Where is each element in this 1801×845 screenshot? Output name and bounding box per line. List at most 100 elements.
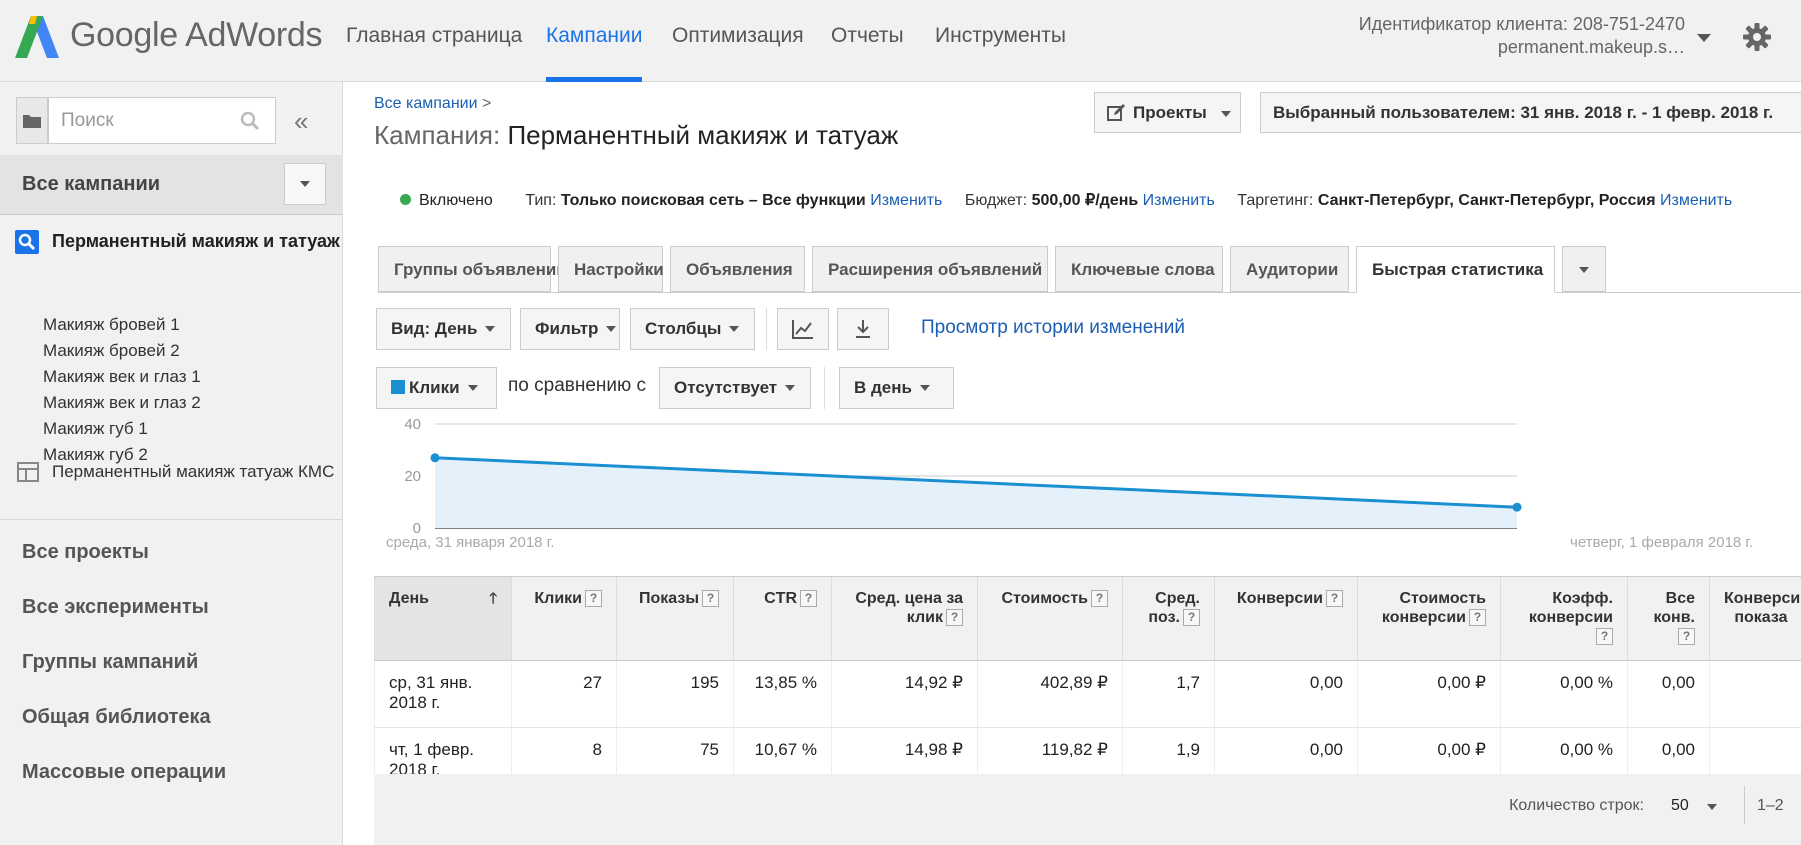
columns-dropdown[interactable]: Столбцы xyxy=(630,308,755,350)
column-header-impressions[interactable]: Показы? xyxy=(616,576,734,661)
folder-button[interactable] xyxy=(16,97,48,144)
column-header-avg-position[interactable]: Сред. поз.? xyxy=(1122,576,1215,661)
help-icon[interactable]: ? xyxy=(1183,609,1200,626)
folder-icon xyxy=(23,115,41,128)
sidebar-campaign-item[interactable]: Перманентный макияж и татуаж xyxy=(0,222,343,262)
rows-per-page-label: Количество строк: xyxy=(1509,797,1644,814)
help-icon[interactable]: ? xyxy=(702,590,719,607)
column-header-label: Конверсии показа xyxy=(1724,590,1801,626)
all-campaigns-item[interactable]: Все кампании xyxy=(0,155,343,215)
breadcrumb-all-campaigns[interactable]: Все кампании xyxy=(374,95,478,112)
sidebar-display-campaign-item[interactable]: Перманентный макияж татуаж КМС xyxy=(0,452,343,492)
download-button[interactable] xyxy=(837,308,889,350)
view-dropdown[interactable]: Вид: День xyxy=(376,308,511,350)
change-budget-link[interactable]: Изменить xyxy=(1143,192,1215,209)
tab-audiences[interactable]: Аудитории xyxy=(1230,246,1349,292)
help-icon[interactable]: ? xyxy=(585,590,602,607)
sidebar-all-projects[interactable]: Все проекты xyxy=(22,541,149,564)
date-range-picker[interactable]: Выбранный пользователем: 31 янв. 2018 г.… xyxy=(1260,92,1801,133)
help-icon[interactable]: ? xyxy=(1678,628,1695,645)
tab-keywords[interactable]: Ключевые слова xyxy=(1055,246,1223,292)
page-title-campaign: Перманентный макияж и татуаж xyxy=(507,120,899,150)
chevron-down-icon xyxy=(606,326,617,332)
rows-per-page-select[interactable]: 50 xyxy=(1661,788,1729,824)
cell-clicks: 27 xyxy=(511,660,617,728)
tab-quick-stats[interactable]: Быстрая статистика xyxy=(1356,246,1555,293)
cell-avg-position: 1,7 xyxy=(1122,660,1215,728)
column-header-clicks[interactable]: Клики? xyxy=(511,576,617,661)
help-icon[interactable]: ? xyxy=(800,590,817,607)
sidebar-adgroup-item[interactable]: Макияж бровей 2 xyxy=(43,341,180,361)
footer-separator xyxy=(1744,786,1745,824)
main-content: Все кампании > Кампания: Перманентный ма… xyxy=(343,82,1801,845)
projects-label: Проекты xyxy=(1133,103,1207,122)
column-header-avg-cpc[interactable]: Сред. цена за клик? xyxy=(831,576,978,661)
chevron-down-icon xyxy=(485,326,496,332)
tab-more-dropdown[interactable] xyxy=(1562,246,1606,292)
nav-optimization[interactable]: Оптимизация xyxy=(672,24,804,82)
column-header-cost[interactable]: Стоимость? xyxy=(977,576,1123,661)
metric-dropdown[interactable]: Клики xyxy=(376,367,497,409)
filter-dropdown[interactable]: Фильтр xyxy=(520,308,620,350)
all-campaigns-dropdown[interactable] xyxy=(284,163,326,205)
chevron-down-icon xyxy=(1707,804,1717,810)
gear-icon[interactable] xyxy=(1742,22,1772,52)
top-bar: Google AdWords Главная страница Кампании… xyxy=(0,0,1801,82)
sidebar-bulk-operations[interactable]: Массовые операции xyxy=(22,761,226,784)
search-icon[interactable] xyxy=(240,111,260,131)
collapse-sidebar-icon[interactable]: « xyxy=(294,106,308,137)
sidebar-campaign-groups[interactable]: Группы кампаний xyxy=(22,651,198,674)
chevron-down-icon xyxy=(1221,111,1231,117)
sidebar-all-experiments[interactable]: Все эксперименты xyxy=(22,596,209,619)
chart-data-point xyxy=(1512,502,1522,512)
chart-area xyxy=(435,457,1517,528)
column-header-conversions[interactable]: Конверсии? xyxy=(1214,576,1358,661)
sidebar-adgroup-item[interactable]: Макияж губ 1 xyxy=(43,419,148,439)
nav-reports[interactable]: Отчеты xyxy=(831,24,904,82)
column-header-label: Показы xyxy=(639,590,699,607)
column-header-view-through-conversions[interactable]: Конверсии показа xyxy=(1709,576,1801,661)
change-history-link[interactable]: Просмотр истории изменений xyxy=(921,317,1185,339)
sidebar-adgroup-item[interactable]: Макияж век и глаз 2 xyxy=(43,393,201,413)
help-icon[interactable]: ? xyxy=(946,609,963,626)
sort-ascending-icon[interactable]: 🡑 xyxy=(489,589,497,608)
granularity-dropdown[interactable]: В день xyxy=(839,367,954,409)
column-header-cost-per-conversion[interactable]: Стоимость конверсии? xyxy=(1357,576,1501,661)
projects-button[interactable]: Проекты xyxy=(1094,92,1241,133)
column-header-conversion-rate[interactable]: Коэфф. конверсии? xyxy=(1500,576,1628,661)
nav-campaigns[interactable]: Кампании xyxy=(546,24,643,82)
tab-ad-extensions[interactable]: Расширения объявлений xyxy=(812,246,1048,292)
cell-conversions: 0,00 xyxy=(1214,660,1358,728)
cell-cost-per-conversion: 0,00 ₽ xyxy=(1357,660,1501,728)
change-targeting-link[interactable]: Изменить xyxy=(1660,192,1732,209)
sidebar-adgroup-item[interactable]: Макияж бровей 1 xyxy=(43,315,180,335)
granularity-label: В день xyxy=(854,378,912,397)
tab-settings[interactable]: Настройки xyxy=(558,246,664,292)
help-icon[interactable]: ? xyxy=(1596,628,1613,645)
nav-home[interactable]: Главная страница xyxy=(346,24,522,82)
tab-ad-groups[interactable]: Группы объявлений xyxy=(378,246,567,292)
account-dropdown-icon[interactable] xyxy=(1697,34,1711,42)
filter-label: Фильтр xyxy=(535,319,599,338)
help-icon[interactable]: ? xyxy=(1326,590,1343,607)
help-icon[interactable]: ? xyxy=(1469,609,1486,626)
tab-ads[interactable]: Объявления xyxy=(670,246,805,292)
column-header-all-conversions[interactable]: Все конв.? xyxy=(1627,576,1710,661)
compare-dropdown[interactable]: Отсутствует xyxy=(659,367,811,409)
chart-toggle-button[interactable] xyxy=(777,308,829,350)
nav-tools[interactable]: Инструменты xyxy=(935,24,1066,82)
chevron-down-icon xyxy=(300,181,310,187)
compare-label: по сравнению с xyxy=(508,375,647,396)
cell-impressions: 195 xyxy=(616,660,734,728)
chart-x-label-start: среда, 31 января 2018 г. xyxy=(386,534,555,551)
help-icon[interactable]: ? xyxy=(1091,590,1108,607)
status-text[interactable]: Включено xyxy=(419,192,493,209)
sidebar-divider xyxy=(0,519,343,520)
change-type-link[interactable]: Изменить xyxy=(870,192,942,209)
column-header-day[interactable]: День 🡑 xyxy=(374,576,512,661)
sidebar-adgroup-item[interactable]: Макияж век и глаз 1 xyxy=(43,367,201,387)
cell-avg-cpc: 14,92 ₽ xyxy=(831,660,978,728)
sidebar-shared-library[interactable]: Общая библиотека xyxy=(22,706,211,729)
account-email[interactable]: permanent.makeup.s… xyxy=(1498,37,1685,58)
column-header-ctr[interactable]: CTR? xyxy=(733,576,832,661)
